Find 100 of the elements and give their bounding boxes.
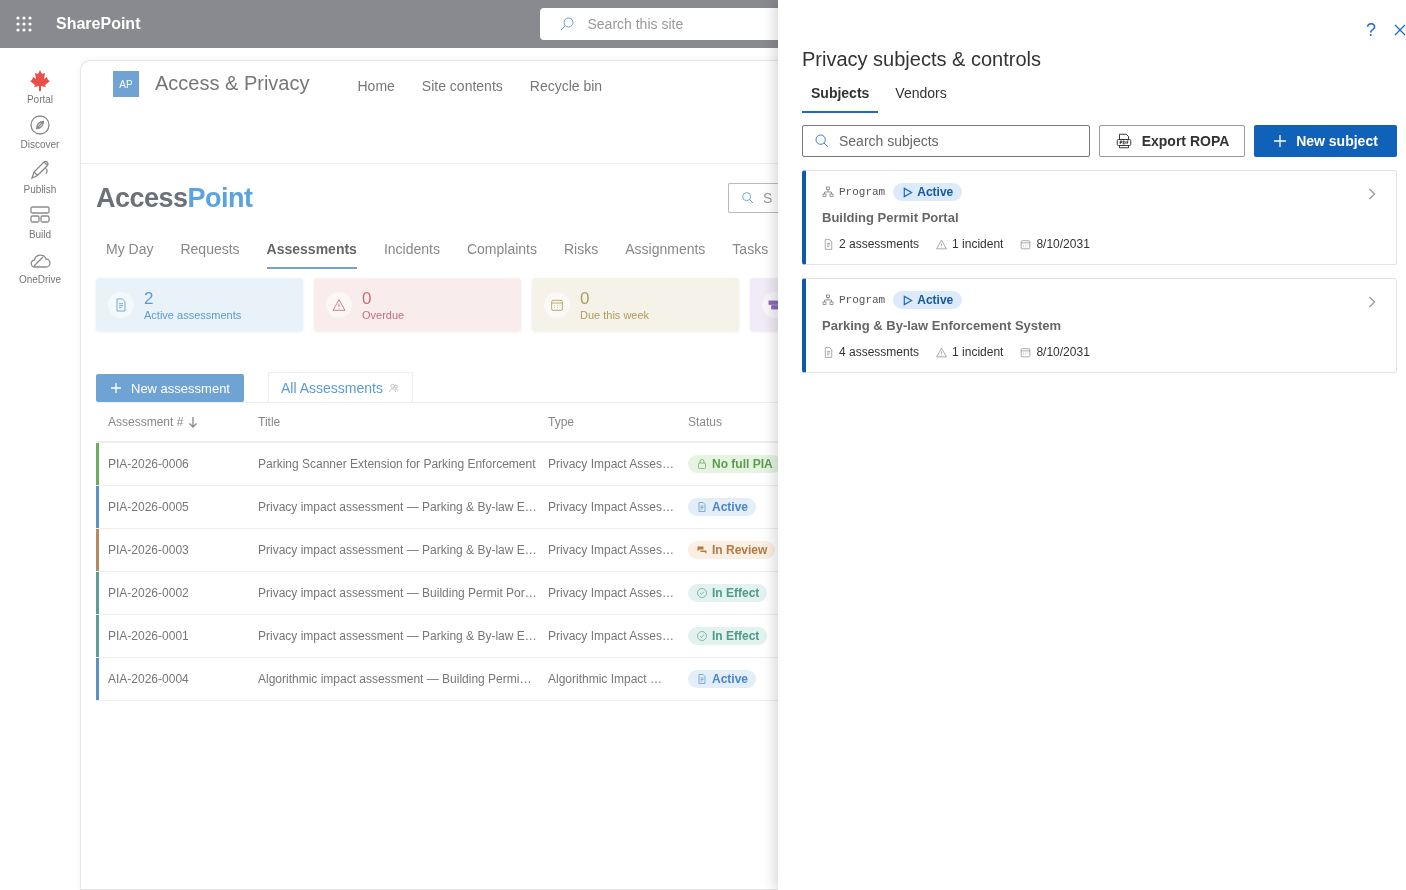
nav-link[interactable]: Recycle bin (529, 78, 603, 94)
column-header[interactable]: Type (539, 415, 679, 429)
site-logo[interactable]: AP (113, 71, 139, 97)
play-icon (902, 294, 914, 306)
tab[interactable]: Risks (563, 233, 599, 269)
calendar-icon (1019, 237, 1033, 251)
app-launcher-icon[interactable] (15, 15, 33, 33)
export-button[interactable]: Export ROPA (1099, 125, 1245, 157)
column-header[interactable]: Status (679, 415, 778, 429)
status-pill: In Effect (688, 627, 768, 645)
table-cell-text: Privacy Impact Asses… (547, 543, 676, 557)
subject-name: Parking & By-law Enforcement System (822, 318, 1063, 333)
tab[interactable]: Tasks (732, 233, 769, 269)
hierarchy-icon (822, 186, 834, 198)
tab[interactable]: Assessments (266, 233, 357, 269)
search-field[interactable]: Search this site (540, 8, 778, 40)
stat-count: 2 (144, 288, 155, 309)
search-icon (558, 15, 577, 33)
tab[interactable]: My Day (106, 233, 154, 269)
status-pill: Active (893, 291, 963, 309)
document-icon (696, 501, 708, 513)
table-cell-text: PIA-2026-0001 (107, 629, 190, 643)
subject-date: 8/10/2031 (1036, 345, 1090, 359)
plus-icon (1273, 134, 1288, 148)
stat-count: 0 (362, 288, 373, 309)
table-cell-text: Privacy Impact Asses… (547, 457, 676, 471)
stat-count: 0 (580, 288, 591, 309)
document-icon (822, 237, 835, 251)
rail-item[interactable]: Portal (26, 68, 54, 105)
stat-label: Active assessments (144, 308, 242, 321)
warning-icon (331, 296, 347, 313)
view-tab[interactable]: All Assessments (268, 372, 413, 402)
search-field[interactable]: Search subjects (802, 125, 1090, 157)
subject-date: 8/10/2031 (1036, 237, 1090, 251)
table-cell-text: PIA-2026-0002 (107, 586, 190, 600)
table-cell-text: Privacy impact assessment — Building Permit Por… (257, 586, 538, 600)
subject-card[interactable]: Program Active Parking & By-law Enforcement System 4 assessments 1 incident 8/10/2031 (802, 278, 1397, 373)
status-pill: Active (688, 498, 757, 516)
document-icon (822, 345, 835, 359)
brand-name[interactable]: SharePoint (56, 15, 141, 33)
rail-item[interactable]: Discover (20, 113, 60, 150)
document-icon (696, 673, 708, 685)
table-cell-text: Algorithmic impact assessment — Building Permi… (257, 672, 533, 686)
play-icon (902, 186, 914, 198)
table-cell-text: Privacy impact assessment — Parking & By-law E… (257, 500, 538, 514)
incident-count: 1 incident (952, 237, 1004, 251)
column-header[interactable]: Assessment # (99, 415, 249, 429)
panel-title: Privacy subjects & controls (802, 48, 1042, 71)
search-field[interactable]: S (728, 183, 778, 213)
check-circle-icon (696, 630, 708, 642)
new-subject-button[interactable]: New subject (1254, 125, 1397, 157)
rail-item[interactable]: Publish (23, 158, 57, 195)
status-pill: In Review (688, 541, 776, 559)
status-pill: In Effect (688, 584, 768, 602)
lock-icon (696, 458, 708, 470)
tab[interactable]: Complaints (466, 233, 537, 269)
table-cell-text: Privacy Impact Asses… (547, 500, 676, 514)
table-cell-text: PIA-2026-0003 (107, 543, 190, 557)
help-button[interactable]: ? (1366, 19, 1376, 41)
status-pill: Active (893, 183, 963, 201)
status-pill: Active (688, 670, 757, 688)
tab[interactable]: Incidents (383, 233, 440, 269)
tab[interactable]: Requests (180, 233, 240, 269)
status-pill: No full PIA (688, 455, 778, 473)
warning-icon (935, 237, 949, 251)
document-icon (113, 296, 129, 313)
app-logo: AccessPoint (96, 182, 253, 214)
pdf-file-icon (1114, 132, 1133, 150)
subject-name: Building Permit Portal (822, 210, 960, 225)
warning-icon (935, 345, 949, 359)
pen-icon (28, 158, 52, 182)
table-cell-text: Privacy impact assessment — Parking & By-law E… (257, 629, 538, 643)
tab[interactable]: Assignments (625, 233, 706, 269)
site-title[interactable]: Access & Privacy (155, 72, 310, 95)
table-cell-text: PIA-2026-0006 (107, 457, 190, 471)
table-cell-text: Privacy Impact Asses… (547, 629, 676, 643)
column-header[interactable]: Title (249, 415, 539, 429)
hierarchy-icon (822, 294, 834, 306)
table-cell-text: Privacy Impact Asses… (547, 586, 676, 600)
check-circle-icon (696, 587, 708, 599)
rail-item[interactable]: OneDrive (18, 248, 62, 285)
rail-item[interactable]: Build (28, 203, 52, 240)
calendar-icon (1019, 345, 1033, 359)
chevron-right-icon (1368, 188, 1376, 200)
nav-link[interactable]: Site contents (421, 78, 503, 94)
tab[interactable]: Vendors (886, 79, 956, 113)
plus-icon (110, 382, 122, 394)
new-assessment-button[interactable]: New assessment (96, 374, 244, 402)
maple-leaf-icon (28, 68, 52, 92)
search-icon (814, 133, 830, 149)
table-cell-text: Algorithmic Impact … (547, 672, 664, 686)
nav-link[interactable]: Home (357, 78, 395, 94)
search-icon (740, 190, 756, 206)
close-icon (1394, 24, 1406, 36)
subject-type: Program (839, 294, 886, 306)
assessment-count: 2 assessments (839, 237, 920, 251)
table-cell-text: Parking Scanner Extension for Parking Enforcement (257, 457, 537, 471)
tab[interactable]: Subjects (802, 79, 879, 113)
subject-card[interactable]: Program Active Building Permit Portal 2 assessments 1 incident 8/10/2031 (802, 170, 1397, 265)
subject-type: Program (839, 186, 886, 198)
